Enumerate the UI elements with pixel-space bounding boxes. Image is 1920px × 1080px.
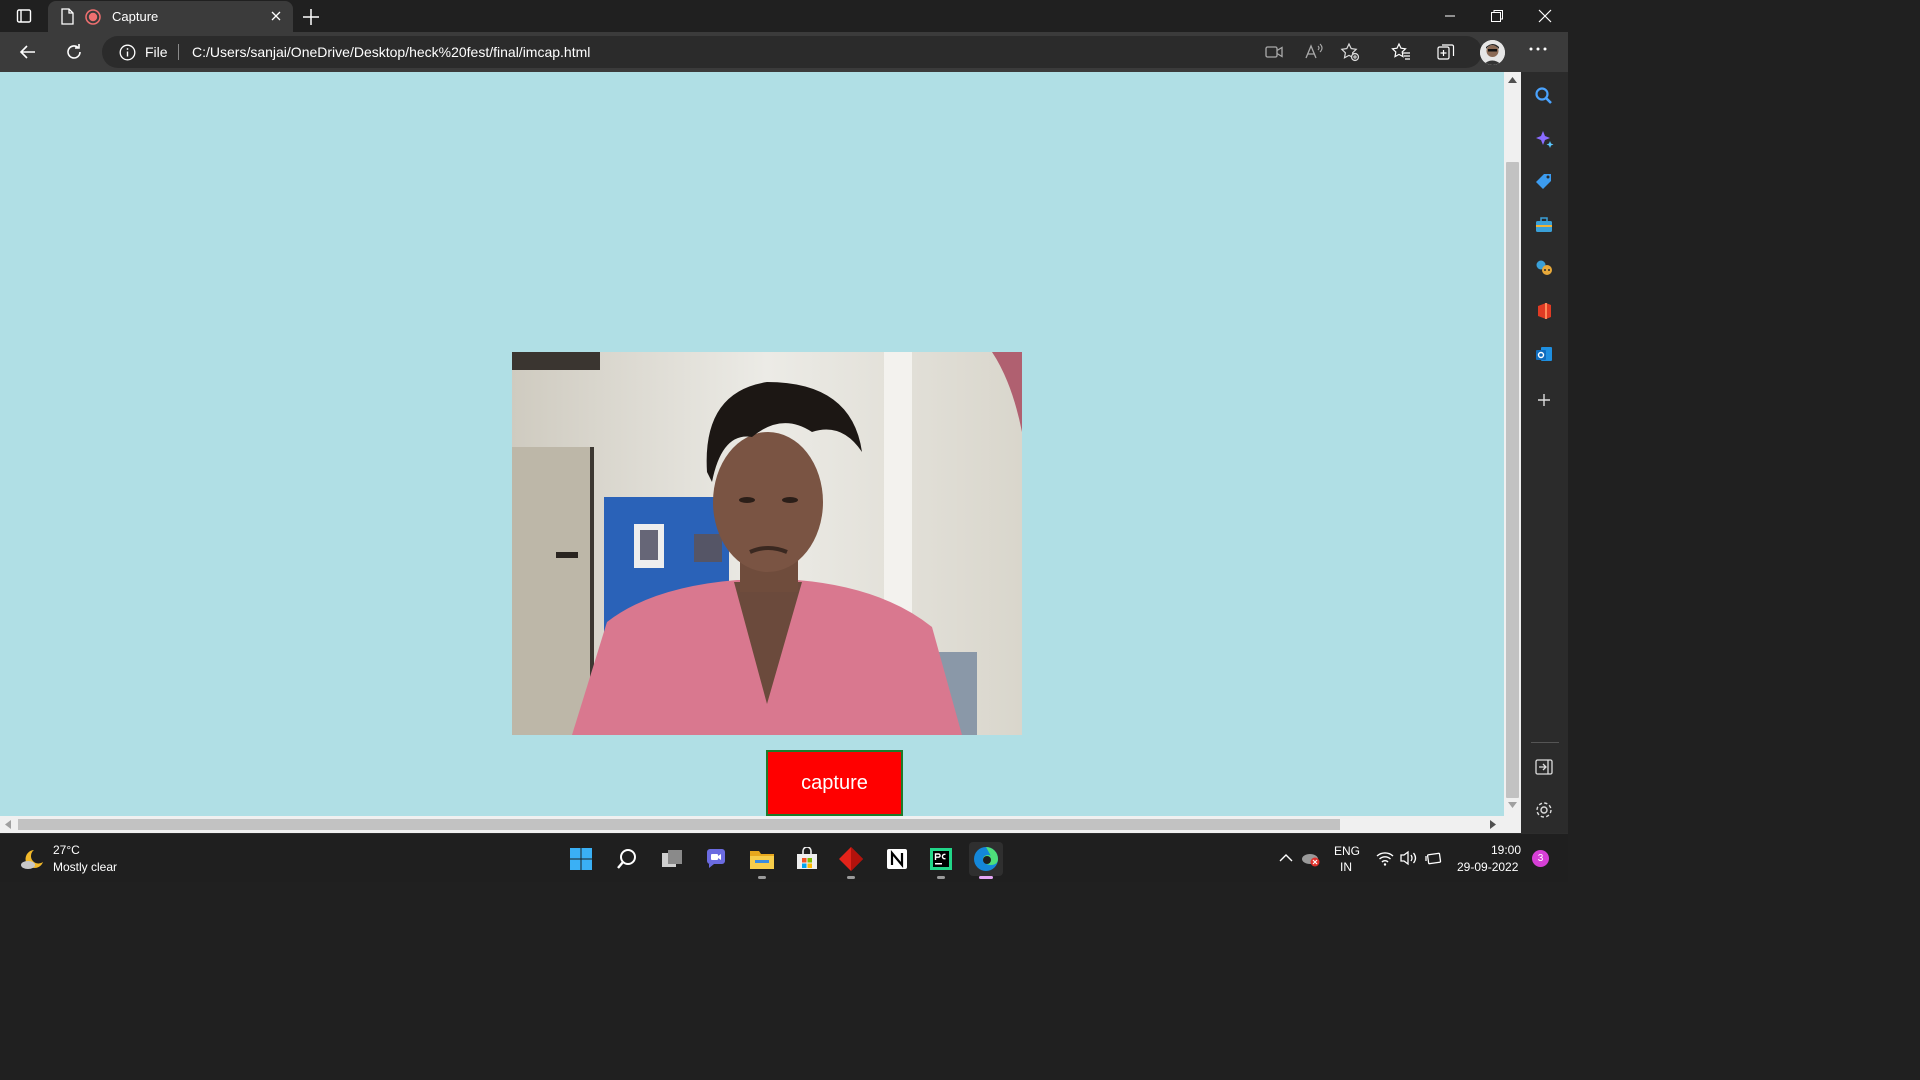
sidebar-divider bbox=[1531, 742, 1559, 743]
restore-icon[interactable] bbox=[1490, 9, 1504, 23]
shopping-tag-icon[interactable] bbox=[1534, 172, 1554, 192]
settings-icon[interactable] bbox=[1534, 800, 1554, 820]
recording-icon bbox=[85, 9, 101, 25]
onedrive-error-icon[interactable] bbox=[1301, 850, 1321, 868]
edge-sidebar bbox=[1521, 72, 1568, 833]
new-tab-icon[interactable] bbox=[300, 6, 322, 28]
file-explorer-button[interactable] bbox=[745, 842, 779, 879]
browser-toolbar: File C:/Users/sanjai/OneDrive/Desktop/he… bbox=[0, 32, 1568, 72]
clock-date[interactable]: 29-09-2022 bbox=[1457, 860, 1518, 874]
games-icon[interactable] bbox=[1534, 258, 1554, 278]
chat-button[interactable] bbox=[699, 842, 733, 876]
site-label: File bbox=[145, 44, 168, 60]
add-favorite-icon[interactable] bbox=[1340, 42, 1360, 62]
task-view-icon bbox=[662, 850, 682, 867]
git-app-button[interactable] bbox=[834, 842, 868, 879]
camera-icon[interactable] bbox=[1264, 42, 1284, 62]
weather-moon-icon[interactable] bbox=[20, 847, 46, 871]
favorites-icon[interactable] bbox=[1391, 42, 1411, 62]
git-app-icon bbox=[839, 847, 863, 871]
task-view-button[interactable] bbox=[655, 842, 689, 876]
store-icon bbox=[797, 847, 817, 869]
notion-button[interactable] bbox=[880, 842, 914, 876]
chat-icon bbox=[707, 849, 725, 868]
notification-badge[interactable]: 3 bbox=[1532, 850, 1549, 867]
profile-photo bbox=[1480, 40, 1505, 65]
store-button[interactable] bbox=[790, 842, 824, 876]
tab-actions-button[interactable] bbox=[10, 6, 38, 26]
file-explorer-icon bbox=[750, 851, 774, 869]
close-window-icon[interactable] bbox=[1538, 9, 1552, 23]
address-separator bbox=[178, 44, 179, 60]
clock-time[interactable]: 19:00 bbox=[1491, 843, 1521, 857]
search-icon[interactable] bbox=[1534, 86, 1554, 106]
active-tab[interactable]: Capture bbox=[48, 1, 293, 32]
scroll-up-icon[interactable] bbox=[1508, 77, 1517, 83]
copilot-icon[interactable] bbox=[1534, 129, 1554, 149]
running-indicator bbox=[758, 876, 766, 879]
horizontal-scrollbar[interactable] bbox=[0, 816, 1504, 833]
volume-icon[interactable] bbox=[1400, 850, 1418, 866]
active-indicator bbox=[979, 876, 993, 879]
vertical-scroll-thumb[interactable] bbox=[1506, 162, 1519, 798]
taskbar-search-button[interactable] bbox=[610, 842, 644, 876]
outlook-icon[interactable] bbox=[1534, 344, 1554, 364]
add-icon[interactable] bbox=[1534, 390, 1554, 410]
scroll-right-icon[interactable] bbox=[1490, 820, 1496, 829]
office-icon[interactable] bbox=[1534, 301, 1554, 321]
tab-title: Capture bbox=[112, 9, 159, 24]
info-icon[interactable] bbox=[119, 44, 136, 61]
collections-icon[interactable] bbox=[1436, 42, 1456, 62]
wifi-icon[interactable] bbox=[1376, 850, 1394, 866]
tools-briefcase-icon[interactable] bbox=[1534, 215, 1554, 235]
hide-sidebar-icon[interactable] bbox=[1534, 757, 1554, 777]
show-hidden-icons-icon[interactable] bbox=[1279, 853, 1293, 862]
close-tab-icon[interactable] bbox=[269, 9, 283, 23]
page-icon bbox=[61, 8, 74, 25]
start-button[interactable] bbox=[564, 842, 598, 876]
language-indicator-line1[interactable]: ENG bbox=[1334, 844, 1360, 858]
minimize-icon[interactable] bbox=[1442, 8, 1458, 24]
taskbar-search-icon bbox=[617, 849, 636, 869]
tab-actions-icon bbox=[16, 9, 32, 23]
edge-button[interactable] bbox=[969, 842, 1003, 879]
running-indicator bbox=[937, 876, 945, 879]
reload-icon[interactable] bbox=[64, 42, 84, 62]
url-text[interactable]: C:/Users/sanjai/OneDrive/Desktop/heck%20… bbox=[192, 44, 590, 60]
weather-description[interactable]: Mostly clear bbox=[53, 860, 117, 874]
scroll-left-icon[interactable] bbox=[5, 820, 11, 829]
taskbar: 27°C Mostly clear ENG IN 19:00 29-09-202… bbox=[0, 833, 1568, 882]
running-indicator bbox=[847, 876, 855, 879]
webcam-frame bbox=[512, 352, 1022, 735]
tab-bar: Capture bbox=[0, 0, 1568, 32]
windows-start-icon bbox=[570, 848, 592, 870]
read-aloud-icon[interactable] bbox=[1303, 42, 1323, 62]
profile-avatar[interactable] bbox=[1480, 40, 1505, 65]
edge-icon bbox=[974, 847, 998, 871]
notion-icon bbox=[887, 849, 907, 869]
language-indicator-line2[interactable]: IN bbox=[1340, 860, 1352, 874]
vertical-scrollbar[interactable] bbox=[1504, 72, 1521, 816]
capture-button[interactable]: capture bbox=[766, 750, 903, 816]
pycharm-button[interactable] bbox=[924, 842, 958, 879]
battery-icon[interactable] bbox=[1425, 850, 1443, 866]
scroll-corner bbox=[1504, 816, 1521, 833]
page-viewport: capture bbox=[0, 72, 1504, 816]
more-icon[interactable] bbox=[1528, 46, 1548, 52]
pycharm-icon bbox=[930, 848, 952, 870]
weather-temperature[interactable]: 27°C bbox=[53, 843, 80, 857]
horizontal-scroll-thumb[interactable] bbox=[18, 819, 1340, 830]
scroll-down-icon[interactable] bbox=[1508, 802, 1517, 808]
webcam-video bbox=[512, 352, 1022, 735]
back-icon[interactable] bbox=[18, 42, 38, 62]
